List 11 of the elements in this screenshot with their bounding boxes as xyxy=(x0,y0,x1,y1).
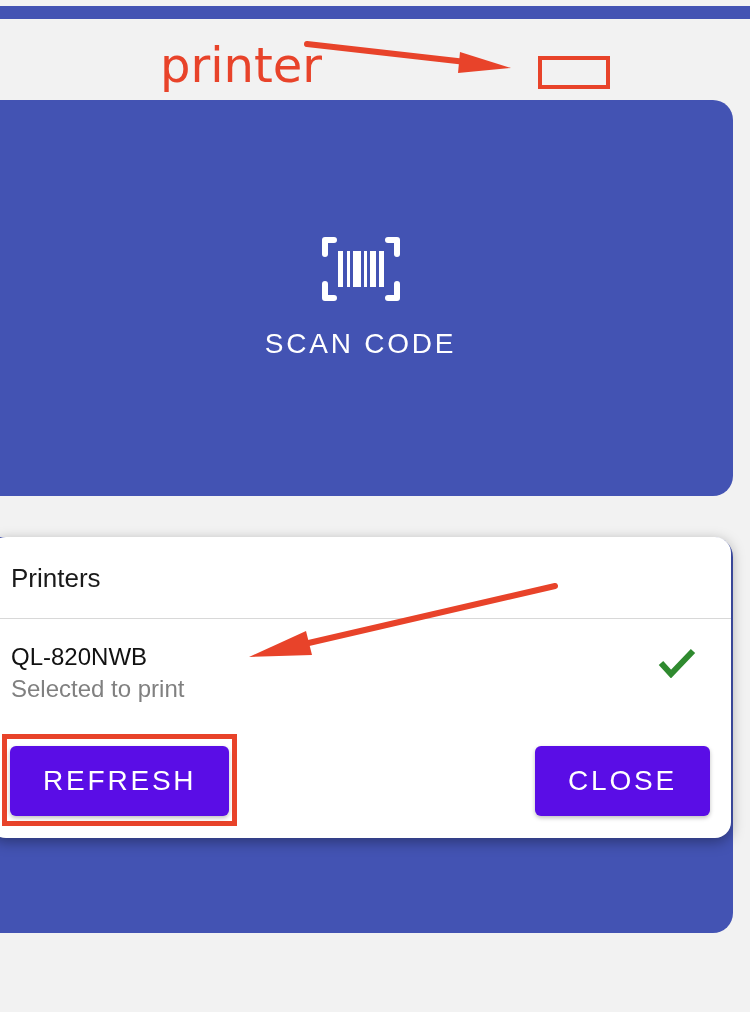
printer-name: QL-820NWB xyxy=(11,642,149,672)
scan-code-label: SCAN CODE xyxy=(264,329,457,359)
annotation-label: printer xyxy=(160,37,323,93)
printer-status: Selected to print xyxy=(11,674,185,704)
dialog-title: Printers xyxy=(11,562,101,593)
printer-list-item[interactable]: QL-820NWB Selected to print xyxy=(0,619,731,706)
refresh-button[interactable]: REFRESH xyxy=(10,746,230,816)
close-button[interactable]: CLOSE xyxy=(535,746,710,816)
scan-code-button[interactable]: SCAN CODE xyxy=(0,100,733,496)
barcode-scan-icon xyxy=(319,237,402,301)
highlight-box xyxy=(538,56,610,89)
